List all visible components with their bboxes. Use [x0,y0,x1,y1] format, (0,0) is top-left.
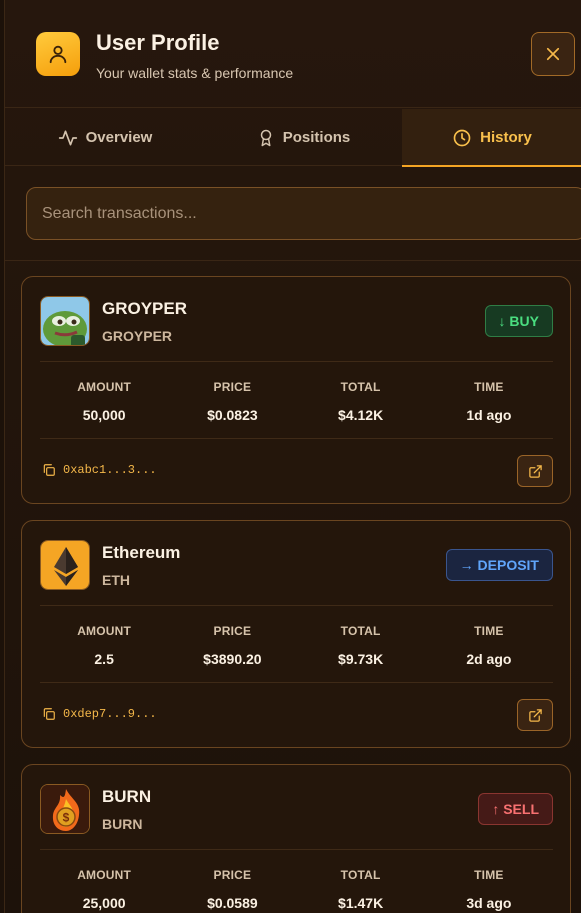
stat-value: $3890.20 [203,651,262,667]
stat-value: 1d ago [466,407,512,423]
user-profile-panel: User Profile Your wallet stats & perform… [4,0,581,913]
stat-price: PRICE $0.0823 [168,380,296,423]
stat-time: TIME 2d ago [425,624,553,667]
stat-value: 2d ago [466,651,512,667]
external-link-icon [528,464,542,478]
stat-label: TIME [474,380,504,394]
tx-hash[interactable]: 0xdep7...9... [42,707,157,721]
user-icon [36,32,80,76]
stat-value: $0.0823 [207,407,258,423]
stat-value: 3d ago [466,895,512,911]
transaction-card: $ BURN BURN ↑ SELL AMOUNT 25,000 PRICE $… [21,764,571,913]
divider [40,361,553,362]
ethereum-icon [40,540,90,590]
transaction-card: Ethereum ETH → DEPOSIT AMOUNT 2.5 PRICE … [21,520,571,748]
stat-total: TOTAL $1.47K [297,868,425,911]
tab-positions[interactable]: Positions [205,109,402,166]
stat-value: $9.73K [338,651,384,667]
status-badge: → DEPOSIT [445,549,553,581]
stat-price: PRICE $3890.20 [168,624,296,667]
copy-icon[interactable] [42,463,56,477]
stat-label: AMOUNT [77,868,132,882]
award-icon [260,129,271,146]
stats-row: AMOUNT 2.5 PRICE $3890.20 TOTAL $9.73K T… [40,624,553,667]
copy-icon[interactable] [42,707,56,721]
stat-value: $1.47K [338,895,384,911]
close-button[interactable] [531,32,575,76]
stat-label: PRICE [213,868,252,882]
token-name: Ethereum [102,543,181,562]
stat-value: 25,000 [82,895,126,911]
token-symbol: ETH [102,572,130,588]
external-link-icon [528,708,542,722]
divider [40,849,553,850]
token-name: BURN [102,787,152,806]
stat-value: $4.12K [338,407,384,423]
tab-bar: Overview Positions History [5,109,581,167]
stat-label: PRICE [213,380,252,394]
tab-history[interactable]: History [402,109,581,167]
status-badge: ↑ SELL [478,793,553,825]
stat-label: TIME [474,624,504,638]
token-name: GROYPER [102,299,188,318]
divider [40,605,553,606]
stat-value: $0.0589 [207,895,258,911]
stat-label: TOTAL [340,380,381,394]
search-section [5,166,581,261]
stats-row: AMOUNT 50,000 PRICE $0.0823 TOTAL $4.12K… [40,380,553,423]
activity-icon [58,130,77,145]
token-symbol: GROYPER [102,328,173,344]
groyper-frog-icon [40,296,90,346]
status-badge: ↓ BUY [484,305,553,337]
tab-overview[interactable]: Overview [5,109,205,166]
open-explorer-button[interactable] [517,699,553,731]
stat-time: TIME 1d ago [425,380,553,423]
stat-total: TOTAL $9.73K [297,624,425,667]
token-symbol: BURN [102,816,143,832]
close-icon [546,47,560,61]
stat-time: TIME 3d ago [425,868,553,911]
stat-label: TIME [474,868,504,882]
tab-overview-label: Overview [85,129,153,146]
open-explorer-button[interactable] [517,455,553,487]
stat-label: TOTAL [340,624,381,638]
divider [40,438,553,439]
stat-amount: AMOUNT 50,000 [40,380,168,423]
stat-label: AMOUNT [77,380,132,394]
stat-price: PRICE $0.0589 [168,868,296,911]
stat-label: PRICE [213,624,252,638]
stat-label: TOTAL [340,868,381,882]
stat-amount: AMOUNT 25,000 [40,868,168,911]
divider [40,682,553,683]
clock-icon [453,129,471,146]
svg-text:$: $ [63,811,70,825]
search-input[interactable] [26,187,581,240]
page-subtitle: Your wallet stats & performance [96,65,294,81]
tx-hash-text: 0xabc1...3... [63,463,157,477]
stat-amount: AMOUNT 2.5 [40,624,168,667]
stat-value: 2.5 [94,651,114,667]
tab-history-label: History [480,129,532,146]
transaction-card: GROYPER GROYPER ↓ BUY AMOUNT 50,000 PRIC… [21,276,571,504]
tx-hash[interactable]: 0xabc1...3... [42,463,157,477]
stats-row: AMOUNT 25,000 PRICE $0.0589 TOTAL $1.47K… [40,868,553,911]
stat-label: AMOUNT [77,624,132,638]
page-title: User Profile [96,30,220,55]
tx-hash-text: 0xdep7...9... [63,707,157,721]
stat-total: TOTAL $4.12K [297,380,425,423]
profile-header: User Profile Your wallet stats & perform… [5,0,581,108]
tab-positions-label: Positions [282,129,351,146]
stat-value: 50,000 [82,407,126,423]
burn-coin-icon: $ [40,784,90,834]
